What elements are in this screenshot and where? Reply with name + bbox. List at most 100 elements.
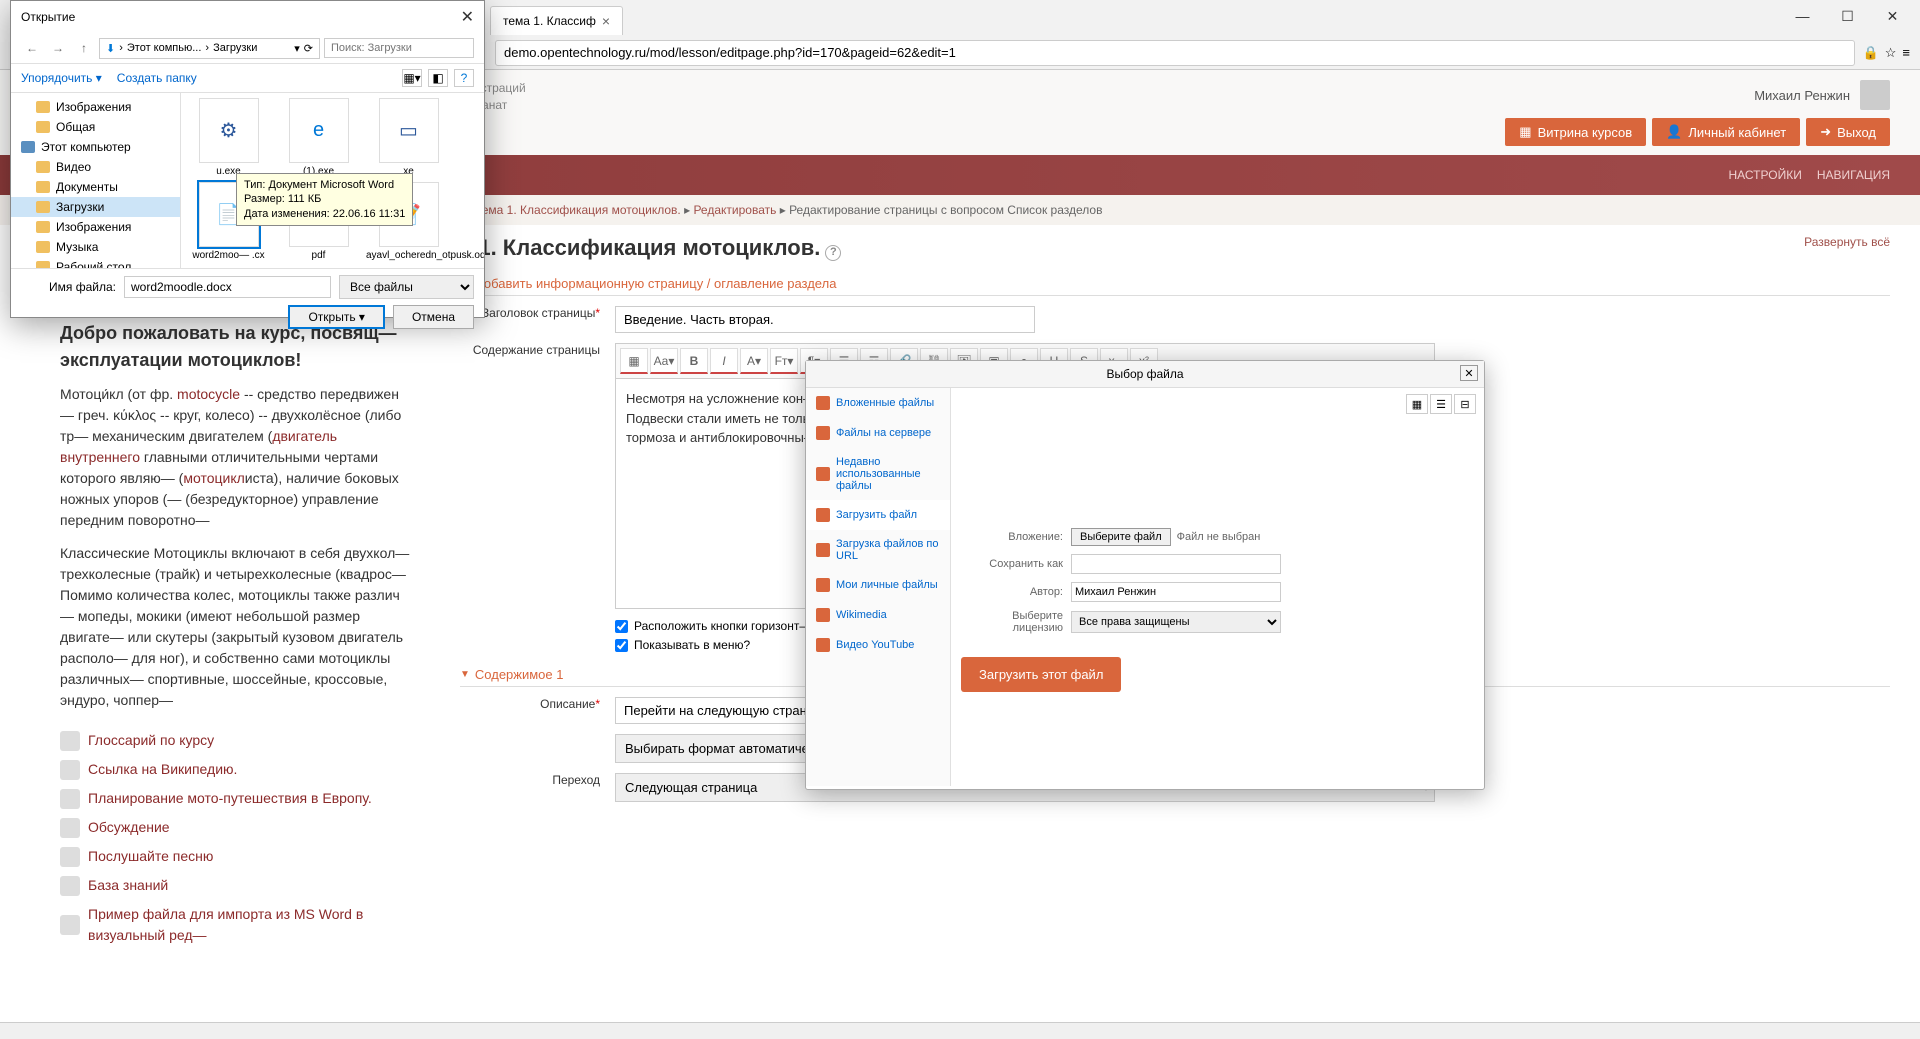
para-1: Мотоци́кл (от фр. motocycle -- средство … [60, 384, 410, 531]
para-2: Классические Мотоциклы включают в себя д… [60, 543, 410, 711]
fp-server-files[interactable]: Файлы на сервере [806, 418, 950, 448]
close-icon[interactable]: ✕ [1460, 365, 1478, 381]
close-tab-icon[interactable]: × [602, 13, 610, 29]
kb-link[interactable]: База знаний [88, 875, 168, 896]
logout-button[interactable]: ➜Выход [1806, 118, 1890, 146]
font-icon[interactable]: A▾ [740, 348, 768, 374]
italic-icon[interactable]: I [710, 348, 738, 374]
view-tree-icon[interactable]: ⊟ [1454, 394, 1476, 414]
upload-button[interactable]: Загрузить этот файл [961, 657, 1121, 692]
section-1-header[interactable]: Добавить информационную страницу / оглав… [460, 276, 1890, 296]
fp-youtube[interactable]: Видео YouTube [806, 630, 950, 660]
address-input[interactable] [495, 40, 1855, 66]
cabinet-button[interactable]: 👤Личный кабинет [1652, 118, 1800, 146]
view-list-icon[interactable]: ☰ [1430, 394, 1452, 414]
path-part-0[interactable]: Этот компью... [127, 42, 202, 54]
list-item: Глоссарий по курсу [60, 726, 410, 755]
fontsize-icon[interactable]: Fт▾ [770, 348, 798, 374]
cabinet-label: Личный кабинет [1688, 125, 1786, 140]
crumb-5[interactable]: Тема 1. Классификация мотоциклов. [475, 203, 681, 217]
song-link[interactable]: Послушайте песню [88, 846, 213, 867]
filename-input[interactable] [124, 276, 331, 298]
file-picker-title: Выбор файла [1106, 367, 1183, 381]
tree-desktop[interactable]: Рабочий стол [11, 257, 180, 268]
fp-url-download[interactable]: Загрузка файлов по URL [806, 530, 950, 570]
example-file-link[interactable]: Пример файла для импорта из MS Word в ви… [88, 904, 410, 946]
file-picker-body: Вложенные файлы Файлы на сервере Недавно… [806, 388, 1484, 786]
forward-icon[interactable]: → [47, 37, 69, 59]
tree-images-pc[interactable]: Изображения [11, 217, 180, 237]
preview-pane-icon[interactable]: ◧ [428, 69, 448, 87]
filetype-select[interactable]: Все файлы [339, 275, 474, 299]
dialog-search-input[interactable] [324, 38, 474, 58]
help-dialog-icon[interactable]: ? [454, 69, 474, 87]
fp-private-files[interactable]: Мои личные файлы [806, 570, 950, 600]
file-item[interactable]: e(1).exe [276, 98, 361, 177]
close-dialog-icon[interactable]: ✕ [461, 7, 474, 27]
up-icon[interactable]: ↑ [73, 37, 95, 59]
showcase-button[interactable]: ▦Витрина курсов [1505, 118, 1646, 146]
minimize-button[interactable]: — [1780, 2, 1825, 30]
file-item[interactable]: ▭xe [366, 98, 451, 177]
crumb-6[interactable]: Редактировать [693, 203, 776, 217]
new-folder-button[interactable]: Создать папку [117, 71, 197, 85]
cancel-button[interactable]: Отмена [393, 305, 474, 329]
open-button[interactable]: Открыть ▾ [288, 305, 385, 329]
menu-icon[interactable]: ≡ [1902, 45, 1910, 60]
tree-common[interactable]: Общая [11, 117, 180, 137]
license-select[interactable]: Все права защищены [1071, 611, 1281, 633]
back-icon[interactable]: ← [21, 37, 43, 59]
path-part-1[interactable]: Загрузки [213, 42, 257, 54]
tree-downloads[interactable]: Загрузки [11, 197, 180, 217]
label-license: Выберите лицензию [961, 610, 1071, 634]
checkbox-menu-input[interactable] [615, 639, 628, 652]
lock-icon[interactable]: 🔒 [1863, 45, 1879, 61]
expand-all-link[interactable]: Развернуть всё [1804, 235, 1890, 249]
toolbar-expand-icon[interactable]: ▦ [620, 348, 648, 374]
tree-documents[interactable]: Документы [11, 177, 180, 197]
grid-icon: ▦ [1519, 124, 1531, 140]
fp-wikimedia[interactable]: Wikimedia [806, 600, 950, 630]
discussion-link[interactable]: Обсуждение [88, 817, 170, 838]
motocycle-link[interactable]: motocycle [177, 386, 240, 402]
tree-music[interactable]: Музыка [11, 237, 180, 257]
wikipedia-link[interactable]: Ссылка на Википедию. [88, 759, 237, 780]
navigation-link[interactable]: НАВИГАЦИЯ [1817, 168, 1890, 182]
bold-icon[interactable]: B [680, 348, 708, 374]
row-page-title: Заголовок страницы* [460, 306, 1890, 333]
tree-images[interactable]: Изображения [11, 97, 180, 117]
avatar[interactable] [1860, 80, 1890, 110]
author-input[interactable] [1071, 582, 1281, 602]
choose-file-button[interactable]: Выберите файл [1071, 528, 1171, 546]
checkbox-horizontal-input[interactable] [615, 620, 628, 633]
close-window-button[interactable]: ✕ [1870, 2, 1915, 30]
tree-videos[interactable]: Видео [11, 157, 180, 177]
browser-tab[interactable]: тема 1. Классиф × [490, 6, 623, 35]
fp-upload-file[interactable]: Загрузить файл [806, 500, 950, 530]
list-item: Пример файла для импорта из MS Word в ви… [60, 900, 410, 950]
planning-link[interactable]: Планирование мото-путешествия в Европу. [88, 788, 372, 809]
motorcycle-link[interactable]: мотоцикл [183, 470, 244, 486]
fp-label: Видео YouTube [836, 639, 914, 651]
dialog-toolbar: Упорядочить ▾ Создать папку ▦▾ ◧ ? [11, 64, 484, 93]
help-icon[interactable]: ? [825, 245, 841, 261]
filename-row: Имя файла: Все файлы [21, 275, 474, 299]
organize-menu[interactable]: Упорядочить ▾ [21, 71, 102, 85]
saveas-input[interactable] [1071, 554, 1281, 574]
horizontal-scrollbar[interactable] [0, 1022, 1920, 1039]
fp-embedded-files[interactable]: Вложенные файлы [806, 388, 950, 418]
maximize-button[interactable]: ☐ [1825, 2, 1870, 30]
view-icons-icon[interactable]: ▦ [1406, 394, 1428, 414]
fp-recent-files[interactable]: Недавно использованные файлы [806, 448, 950, 500]
glossary-link[interactable]: Глоссарий по курсу [88, 730, 214, 751]
tree-this-pc[interactable]: Этот компьютер [11, 137, 180, 157]
refresh-icon[interactable]: ⟳ [304, 42, 313, 55]
settings-link[interactable]: НАСТРОЙКИ [1729, 168, 1802, 182]
file-item[interactable]: ⚙u.exe [186, 98, 271, 177]
star-icon[interactable]: ☆ [1885, 45, 1897, 61]
page-title-input[interactable] [615, 306, 1035, 333]
chevron-down-icon[interactable]: ▾ [294, 42, 300, 55]
paragraph-icon[interactable]: Aa▾ [650, 348, 678, 374]
view-mode-icon[interactable]: ▦▾ [402, 69, 422, 87]
path-breadcrumb[interactable]: ⬇ › Этот компью... › Загрузки ▾ ⟳ [99, 38, 320, 59]
